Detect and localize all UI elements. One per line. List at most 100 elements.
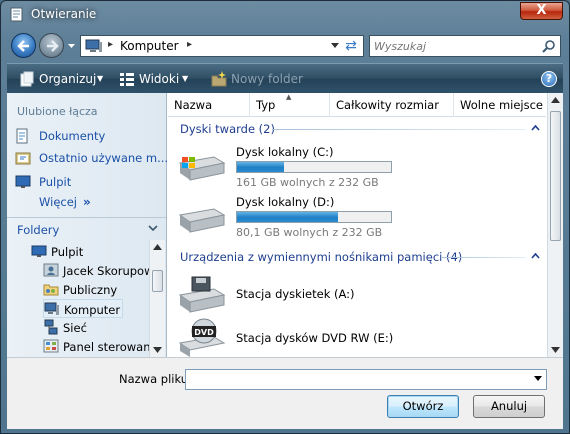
dialog-footer: Nazwa pliku: Otwórz Anuluj [7, 357, 563, 429]
chevron-down-icon[interactable] [331, 43, 339, 49]
open-dialog-window: Otwieranie X ▸ Komputer ▸ ⇄ Wyszukaj Org… [0, 0, 570, 434]
search-input[interactable] [374, 38, 534, 54]
group-divider [442, 257, 526, 258]
svg-text:DVD: DVD [194, 328, 214, 337]
floppy-drive-icon [178, 276, 226, 313]
forward-arrow-icon [47, 40, 59, 52]
drive-item-d[interactable]: Dysk lokalny (D:) 80,1 GB wolnych z 232 … [174, 193, 534, 239]
favorite-link-recent[interactable]: Ostatnio używane m... [15, 149, 168, 167]
scrollbar-thumb[interactable] [550, 111, 561, 241]
desktop-icon [31, 245, 47, 257]
hard-drive-icon [178, 208, 226, 233]
column-header-row: Nazwa Typ ▲ Całkowity rozmiar Wolne miej… [168, 93, 546, 117]
organize-icon [20, 71, 34, 87]
file-list-scrollbar[interactable] [547, 93, 563, 357]
drive-usage-bar [236, 161, 392, 173]
collapse-chevron-icon[interactable] [531, 252, 540, 259]
folder-tree-scrollbar[interactable] [149, 240, 165, 357]
tree-item-desktop[interactable]: Pulpit [31, 242, 141, 261]
breadcrumb-computer[interactable]: Komputer [120, 39, 179, 53]
back-arrow-icon [17, 40, 29, 52]
refresh-icon[interactable]: ⇄ [343, 38, 359, 54]
navigation-bar: ▸ Komputer ▸ ⇄ [7, 31, 563, 61]
control-panel-icon [43, 339, 59, 353]
forward-button[interactable] [39, 33, 64, 58]
group-header-removable[interactable]: Urządzenia z wymiennymi nośnikami pamięc… [180, 249, 540, 265]
close-button[interactable]: X [520, 2, 563, 20]
computer-icon [85, 39, 102, 52]
window-title: Otwieranie [31, 7, 97, 21]
scrollbar-thumb[interactable] [152, 270, 163, 292]
tree-item-user[interactable]: Jacek Skorupowski [43, 261, 149, 280]
tree-item-network[interactable]: Sieć [43, 318, 123, 337]
scroll-up-icon[interactable] [153, 244, 162, 250]
search-box[interactable] [369, 35, 561, 57]
folder-tree: Pulpit Jacek Skorupowski Publiczny Kompu… [7, 240, 149, 357]
file-list-pane: Nazwa Typ ▲ Całkowity rozmiar Wolne miej… [168, 93, 563, 357]
device-name: Stacja dyskietek (A:) [236, 287, 355, 301]
column-header-total-size[interactable]: Całkowity rozmiar [330, 93, 454, 117]
public-folder-icon [43, 284, 59, 296]
drive-name: Dysk lokalny (D:) [236, 195, 335, 209]
search-icon[interactable] [542, 39, 556, 53]
scroll-up-icon[interactable] [551, 97, 560, 103]
chevron-down-icon: ▼ [182, 74, 189, 83]
scroll-down-icon[interactable] [551, 347, 560, 353]
chevron-down-icon[interactable] [534, 376, 542, 381]
computer-icon [44, 302, 59, 315]
tree-item-public[interactable]: Publiczny [43, 280, 149, 299]
favorite-link-documents[interactable]: Dokumenty [15, 127, 163, 145]
drive-name: Dysk lokalny (C:) [236, 145, 334, 159]
back-button[interactable] [11, 33, 36, 58]
recent-icon [15, 152, 31, 165]
collapse-chevron-icon[interactable] [531, 124, 540, 131]
device-name: Stacja dysków DVD RW (E:) [236, 331, 394, 345]
new-folder-button[interactable]: Nowy folder [211, 70, 321, 88]
group-divider [272, 129, 526, 130]
double-chevron-icon: » [82, 195, 91, 209]
column-header-name[interactable]: Nazwa [168, 93, 250, 117]
dialog-icon [10, 7, 23, 22]
views-icon [120, 73, 134, 86]
close-icon: X [536, 3, 547, 18]
help-icon[interactable]: ? [541, 71, 557, 87]
tree-item-control-panel[interactable]: Panel sterowania [43, 337, 149, 356]
tree-item-computer[interactable]: Komputer [43, 299, 123, 318]
sort-ascending-icon: ▲ [286, 93, 292, 101]
column-header-free-space[interactable]: Wolne miejsce [454, 93, 546, 117]
filename-input[interactable] [188, 371, 528, 387]
views-button[interactable]: Widoki ▼ [119, 70, 199, 88]
address-bar[interactable]: ▸ Komputer ▸ ⇄ [80, 35, 364, 57]
breadcrumb-separator-icon[interactable]: ▸ [187, 39, 192, 50]
drive-free-space: 161 GB wolnych z 232 GB [236, 176, 379, 189]
drive-item-c[interactable]: Dysk lokalny (C:) 161 GB wolnych z 232 G… [174, 143, 534, 189]
main-content: Ulubione łącza Dokumenty Ostatnio używan… [7, 93, 563, 357]
column-header-type[interactable]: Typ ▲ [250, 93, 330, 117]
filename-combobox[interactable] [185, 369, 547, 390]
group-header-hard-drives[interactable]: Dyski twarde (2) [180, 121, 540, 137]
device-item-dvd[interactable]: DVD Stacja dysków DVD RW (E:) [174, 317, 534, 357]
breadcrumb-separator-icon[interactable]: ▸ [108, 39, 113, 50]
hard-drive-windows-icon [178, 156, 226, 181]
scroll-down-icon[interactable] [153, 347, 162, 353]
cancel-button[interactable]: Anuluj [473, 395, 545, 418]
favorite-links-heading: Ulubione łącza [17, 105, 98, 118]
drive-usage-bar [236, 211, 392, 223]
device-item-floppy[interactable]: Stacja dyskietek (A:) [174, 273, 534, 313]
more-links-button[interactable]: Więcej» [39, 195, 91, 209]
chevron-down-icon [148, 225, 158, 232]
organize-button[interactable]: Organizuj ▼ [19, 70, 109, 88]
navigation-pane: Ulubione łącza Dokumenty Ostatnio używan… [7, 93, 168, 357]
open-button[interactable]: Otwórz [387, 395, 459, 418]
user-folder-icon [43, 263, 59, 277]
recent-pages-dropdown-icon[interactable] [67, 41, 76, 50]
title-bar[interactable]: Otwieranie X [1, 1, 569, 29]
command-toolbar: Organizuj ▼ Widoki ▼ Nowy folder ? [7, 63, 563, 93]
filename-label: Nazwa pliku: [119, 372, 192, 386]
drive-free-space: 80,1 GB wolnych z 232 GB [236, 226, 383, 239]
folders-heading: Foldery [17, 223, 60, 237]
folders-toggle[interactable]: Foldery [7, 217, 166, 239]
network-icon [44, 319, 58, 335]
drive-usage-fill [237, 212, 338, 222]
favorite-link-desktop[interactable]: Pulpit [15, 173, 163, 191]
